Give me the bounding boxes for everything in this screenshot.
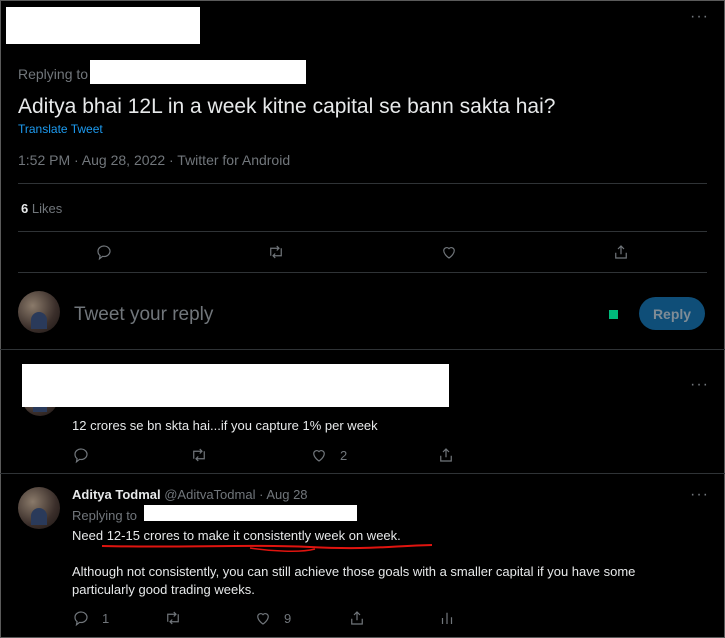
tweet-meta: 1:52 PM · Aug 28, 2022 · Twitter for And…	[18, 152, 291, 168]
author-name[interactable]: Aditya Todmal	[72, 487, 161, 502]
redacted-replying-to	[90, 60, 306, 84]
like-button[interactable]	[440, 243, 458, 261]
reply-input[interactable]: Tweet your reply	[74, 304, 213, 326]
likes-stat[interactable]: 6 Likes	[21, 201, 62, 216]
analytics-button[interactable]	[438, 609, 456, 627]
translate-tweet-link[interactable]: Translate Tweet	[18, 122, 103, 136]
like-icon	[257, 613, 269, 625]
retweet-icon	[270, 245, 282, 259]
more-icon[interactable]: ···	[690, 376, 709, 394]
like-icon	[443, 247, 455, 259]
like-count: 9	[284, 610, 292, 626]
like-button[interactable]: 9	[254, 609, 291, 627]
replying-to-label: Replying to	[72, 508, 138, 523]
reply-submit-button[interactable]: Reply	[639, 297, 705, 330]
divider	[0, 473, 725, 474]
like-button[interactable]: 2	[310, 446, 347, 464]
reply-text: 12 crores se bn skta hai...if you captur…	[72, 418, 378, 433]
share-icon	[615, 245, 627, 259]
retweet-button[interactable]	[164, 609, 182, 627]
tweet-date[interactable]: · Aug 28	[259, 487, 307, 502]
reply-icon	[74, 611, 88, 627]
author-line: Aditya Todmal @AditvaTodmal · Aug 28	[72, 487, 308, 502]
like-count: 2	[340, 447, 348, 463]
redacted-author-block	[6, 7, 200, 44]
avatar[interactable]	[18, 487, 60, 529]
likes-count: 6	[21, 201, 29, 216]
more-icon[interactable]: ···	[690, 8, 709, 26]
retweet-button[interactable]	[190, 446, 208, 464]
annotation-underline	[101, 544, 433, 552]
reply-icon	[97, 245, 111, 261]
retweet-icon	[167, 611, 179, 625]
share-button[interactable]	[348, 609, 366, 627]
divider	[0, 349, 725, 350]
reply-body-text: Although not consistently, you can still…	[72, 564, 636, 597]
divider	[18, 272, 707, 273]
share-icon	[440, 448, 452, 462]
author-handle[interactable]: @AditvaTodmal	[164, 487, 255, 502]
analytics-icon	[441, 612, 453, 624]
tweet-text: Aditya bhai 12L in a week kitne capital …	[18, 95, 556, 118]
replying-to-label: Replying to	[18, 66, 89, 82]
like-icon	[313, 450, 325, 462]
redacted-author-block	[22, 364, 449, 407]
retweet-button[interactable]	[267, 243, 285, 261]
retweet-icon	[193, 448, 205, 462]
likes-label: Likes	[31, 201, 63, 216]
reply-icon	[74, 448, 88, 464]
redacted-replying-to	[144, 505, 357, 521]
share-button[interactable]	[612, 243, 630, 261]
reply-button[interactable]	[95, 243, 113, 261]
divider	[18, 183, 707, 184]
status-indicator	[609, 310, 618, 319]
reply-button[interactable]: 1	[72, 609, 109, 627]
share-button[interactable]	[437, 446, 455, 464]
avatar[interactable]	[18, 291, 60, 333]
divider	[18, 231, 707, 232]
share-icon	[351, 611, 363, 625]
reply-button[interactable]	[72, 446, 90, 464]
reply-count: 1	[102, 610, 110, 626]
more-icon[interactable]: ···	[690, 486, 709, 504]
